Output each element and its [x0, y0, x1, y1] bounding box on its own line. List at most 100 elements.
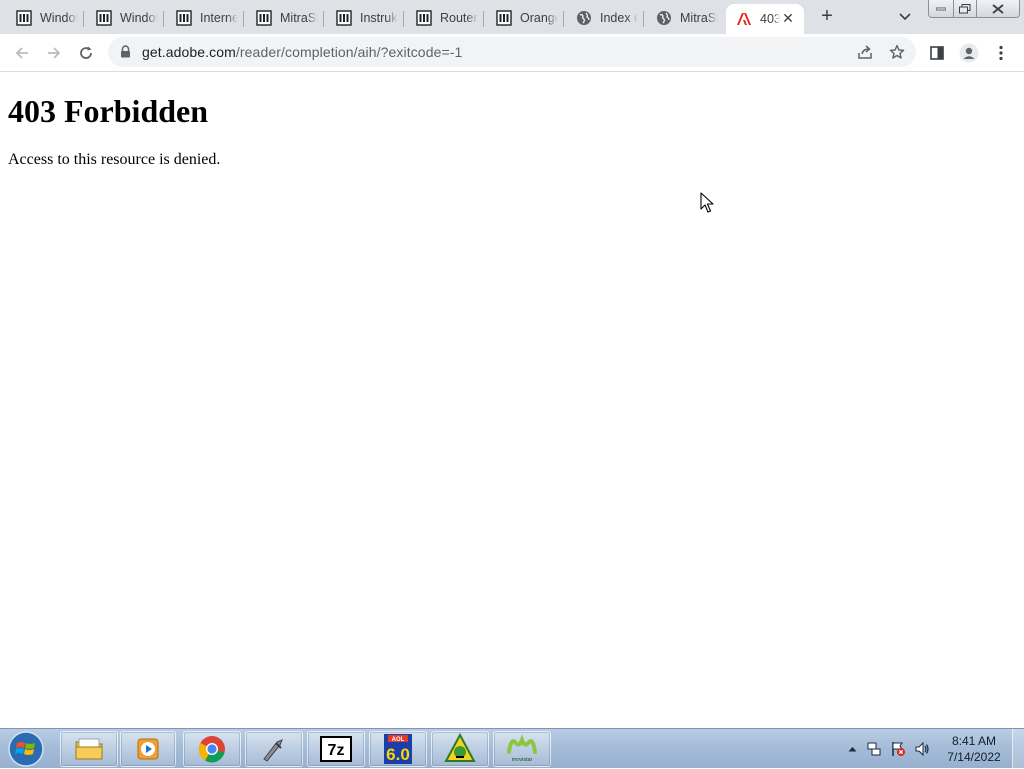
share-button[interactable]: [852, 39, 878, 65]
bookmark-button[interactable]: [884, 39, 910, 65]
show-hidden-icons-button[interactable]: [844, 741, 860, 757]
tab-title: 403: [760, 12, 780, 26]
tab-title: Orange: [520, 11, 558, 25]
restore-icon: [959, 3, 971, 13]
avatar-icon: [959, 43, 979, 63]
archive-icon: [16, 10, 32, 26]
url-path: /reader/completion/aih/?exitcode=-1: [235, 44, 463, 60]
tab-separator: [563, 11, 564, 27]
tab-separator: [163, 11, 164, 27]
chevron-up-icon: [848, 747, 856, 752]
clock-date: 7/14/2022: [947, 750, 1001, 764]
tab-separator: [83, 11, 84, 27]
tab-403-active[interactable]: 403 ✕: [726, 4, 804, 34]
forward-button[interactable]: [41, 40, 67, 66]
svg-text:AOL: AOL: [392, 737, 405, 743]
side-panel-button[interactable]: [924, 40, 950, 66]
new-tab-button[interactable]: +: [815, 5, 839, 29]
page-title: 403 Forbidden: [8, 93, 209, 129]
archive-icon: [176, 10, 192, 26]
taskbar-7zip[interactable]: 7z: [307, 731, 365, 767]
app-icon: [263, 739, 283, 762]
tab-windows-1[interactable]: Windows: [6, 4, 84, 32]
archive-icon: [496, 10, 512, 26]
back-arrow-icon: [15, 47, 28, 59]
kebab-menu-icon: [999, 45, 1003, 61]
close-icon: [992, 3, 1004, 14]
triangle-app-icon: [444, 733, 476, 762]
tab-router[interactable]: Router: [406, 4, 484, 32]
svg-text:movistar: movistar: [512, 757, 533, 763]
tab-mitrastar-2[interactable]: MitraStar: [646, 4, 724, 32]
close-window-button[interactable]: [976, 0, 1020, 18]
action-center-flag-icon[interactable]: [890, 741, 906, 757]
lock-icon[interactable]: [120, 45, 131, 63]
error-message: Access to this resource is denied.: [8, 151, 221, 168]
tab-index-of[interactable]: Index of: [566, 4, 644, 32]
menu-button[interactable]: [988, 40, 1014, 66]
profile-button[interactable]: [956, 40, 982, 66]
start-button[interactable]: [4, 730, 48, 768]
tab-orange[interactable]: Orange: [486, 4, 564, 32]
tab-mitrastar-1[interactable]: MitraStar: [246, 4, 324, 32]
windows-logo-icon: [8, 731, 44, 767]
tab-separator: [643, 11, 644, 27]
clock-time: 8:41 AM: [951, 734, 997, 748]
archive-icon: [96, 10, 112, 26]
7zip-icon: 7z: [320, 736, 352, 762]
tab-windows-2[interactable]: Windows: [86, 4, 164, 32]
tab-title: MitraStar: [680, 11, 718, 25]
taskbar-aol[interactable]: AOL 6.0: [369, 731, 427, 767]
taskbar-chrome[interactable]: [183, 731, 241, 767]
share-icon: [858, 45, 872, 59]
taskbar-app-2[interactable]: [431, 731, 489, 767]
tab-title: Index of: [600, 11, 638, 25]
back-button[interactable]: [9, 40, 35, 66]
restore-window-button[interactable]: [953, 0, 977, 18]
network-icon[interactable]: [866, 741, 882, 757]
url-text[interactable]: get.adobe.com/reader/completion/aih/?exi…: [142, 44, 462, 60]
chevron-down-icon: [899, 13, 911, 21]
tab-instrukcja[interactable]: Instrukcja: [326, 4, 404, 32]
close-tab-icon[interactable]: ✕: [780, 10, 796, 26]
tab-title: Router: [440, 11, 478, 25]
taskbar-media-player[interactable]: [120, 731, 176, 767]
minimize-window-button[interactable]: [928, 0, 954, 18]
tab-title: Windows: [120, 11, 158, 25]
clock[interactable]: 8:41 AM 7/14/2022: [940, 733, 1008, 765]
adobe-icon: [736, 11, 752, 27]
tab-title: Internet: [200, 11, 238, 25]
reload-button[interactable]: [73, 40, 99, 66]
taskbar-movistar[interactable]: movistar: [493, 731, 551, 767]
volume-icon[interactable]: [914, 741, 930, 757]
tab-internet[interactable]: Internet: [166, 4, 244, 32]
globe-icon: [576, 10, 592, 26]
movistar-icon: movistar: [507, 734, 537, 763]
browser-toolbar: get.adobe.com/reader/completion/aih/?exi…: [0, 34, 1024, 72]
mouse-cursor-icon: [700, 192, 714, 213]
taskbar-explorer[interactable]: [60, 731, 118, 767]
chrome-icon: [198, 736, 225, 763]
address-bar[interactable]: get.adobe.com/reader/completion/aih/?exi…: [108, 37, 916, 67]
tab-title: Windows: [40, 11, 78, 25]
side-panel-icon: [930, 46, 944, 60]
tab-title: Instrukcja: [360, 11, 398, 25]
reload-icon: [80, 46, 92, 59]
tab-separator: [323, 11, 324, 27]
taskbar-app[interactable]: [245, 731, 303, 767]
tab-separator: [243, 11, 244, 27]
svg-text:7z: 7z: [328, 742, 345, 759]
star-icon: [889, 44, 905, 59]
archive-icon: [336, 10, 352, 26]
tab-search-button[interactable]: [894, 6, 916, 28]
folder-icon: [75, 738, 103, 760]
forward-arrow-icon: [48, 47, 61, 59]
archive-icon: [416, 10, 432, 26]
tab-separator: [403, 11, 404, 27]
media-player-icon: [137, 738, 159, 760]
aol-icon: AOL 6.0: [384, 734, 412, 764]
tab-title: MitraStar: [280, 11, 318, 25]
tab-separator: [483, 11, 484, 27]
minimize-icon: [936, 7, 946, 10]
show-desktop-button[interactable]: [1012, 729, 1024, 769]
